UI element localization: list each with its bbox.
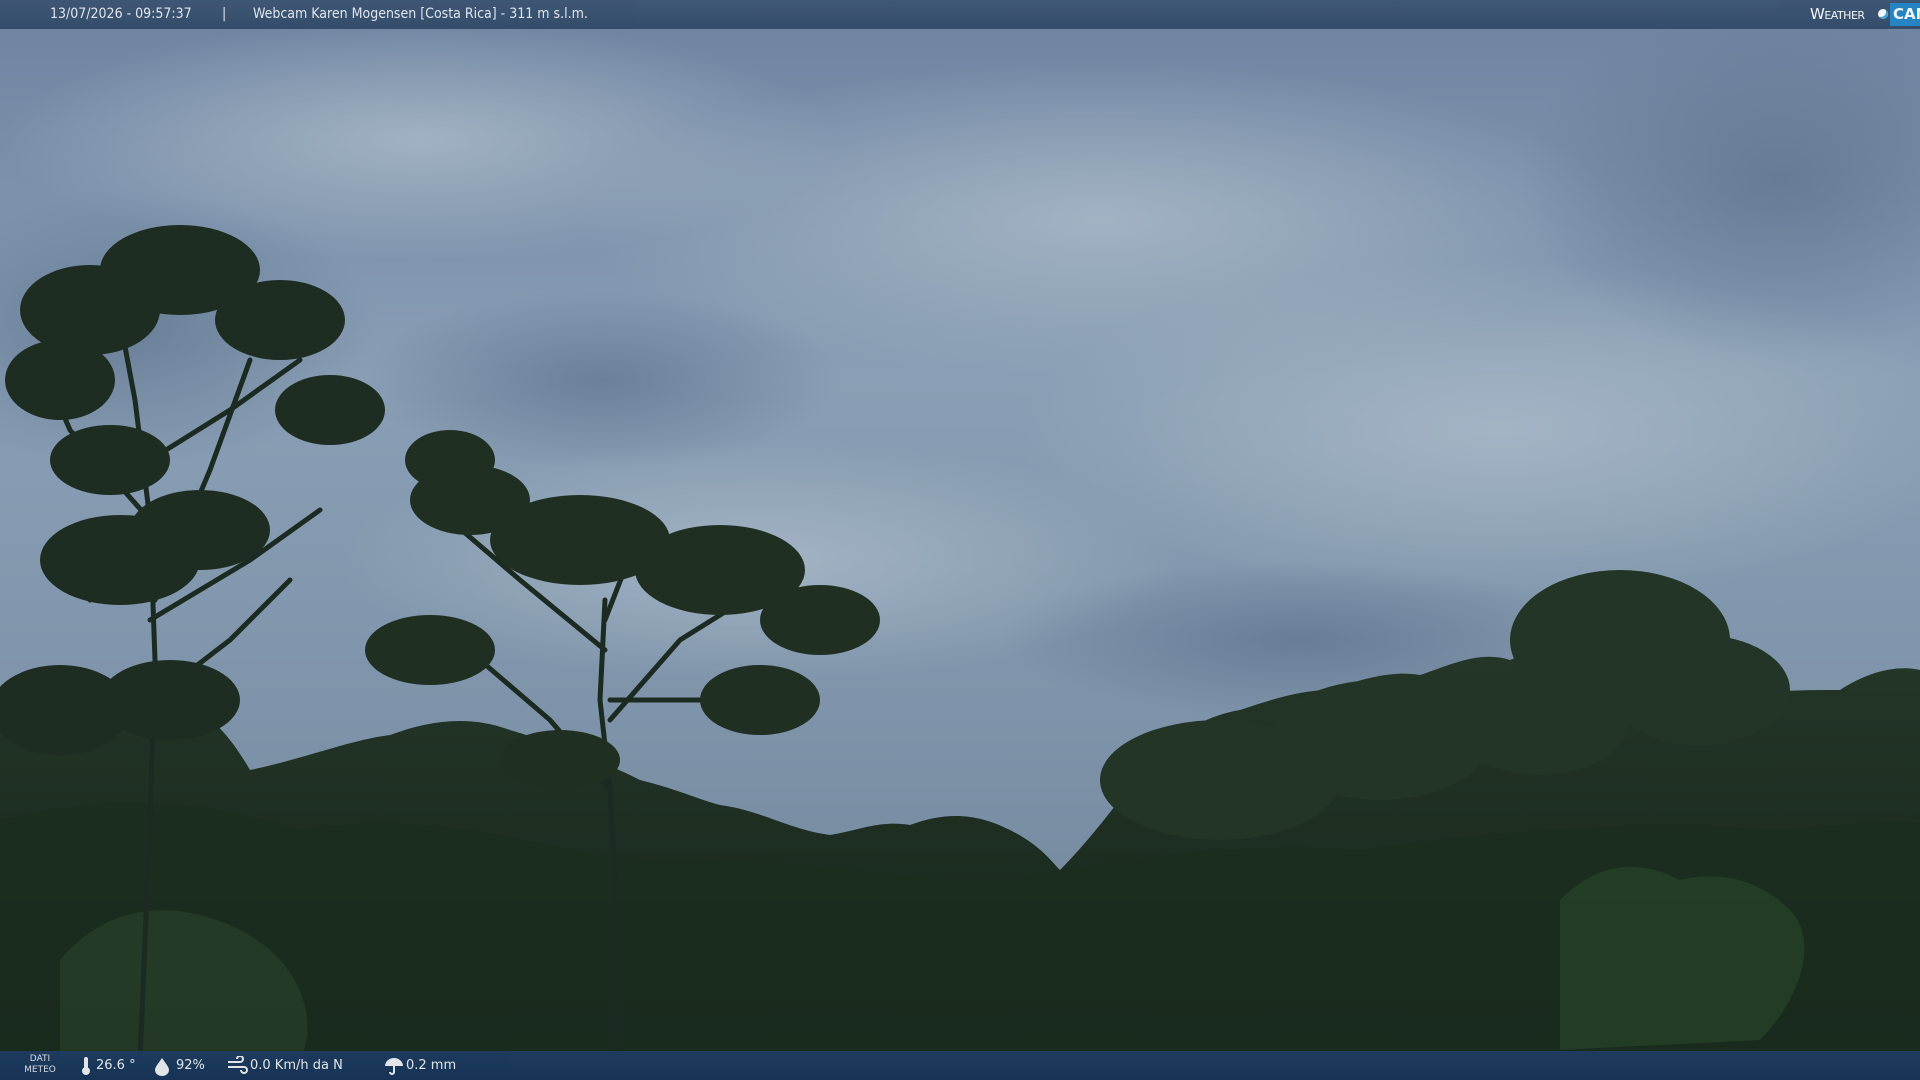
timestamp: 13/07/2026 - 09:57:37 — [50, 6, 192, 22]
weather-label-line1: DATI — [29, 1054, 51, 1064]
logo-dot-icon — [1878, 9, 1888, 19]
humidity-icon — [155, 1058, 169, 1076]
webcam-view: 13/07/2026 - 09:57:37 | Webcam Karen Mog… — [0, 0, 1920, 1080]
weathercam-logo[interactable]: Weather CAM — [1810, 0, 1920, 29]
webcam-image — [0, 0, 1920, 1080]
top-info-bar: 13/07/2026 - 09:57:37 | Webcam Karen Mog… — [0, 0, 1920, 29]
webcam-title: Webcam Karen Mogensen [Costa Rica] - 311… — [253, 6, 588, 22]
thermometer-icon — [82, 1057, 90, 1075]
separator: | — [222, 6, 227, 22]
humidity-value: 92% — [176, 1058, 205, 1073]
logo-word-cam: CAM — [1890, 3, 1920, 26]
wind-value: 0.0 Km/h da N — [250, 1058, 343, 1073]
temperature-value: 26.6 ° — [96, 1058, 136, 1073]
weather-label-line2: METEO — [24, 1065, 56, 1075]
wind-icon — [228, 1056, 248, 1074]
rain-umbrella-icon — [385, 1058, 403, 1075]
weather-data-label: DATI METEO — [22, 1054, 58, 1076]
logo-word-weather: Weather — [1810, 5, 1865, 23]
weather-data-bar: DATI METEO 26.6 ° 92% 0.0 Km/h da N 0.2 … — [0, 1051, 1920, 1080]
rain-value: 0.2 mm — [406, 1058, 457, 1073]
